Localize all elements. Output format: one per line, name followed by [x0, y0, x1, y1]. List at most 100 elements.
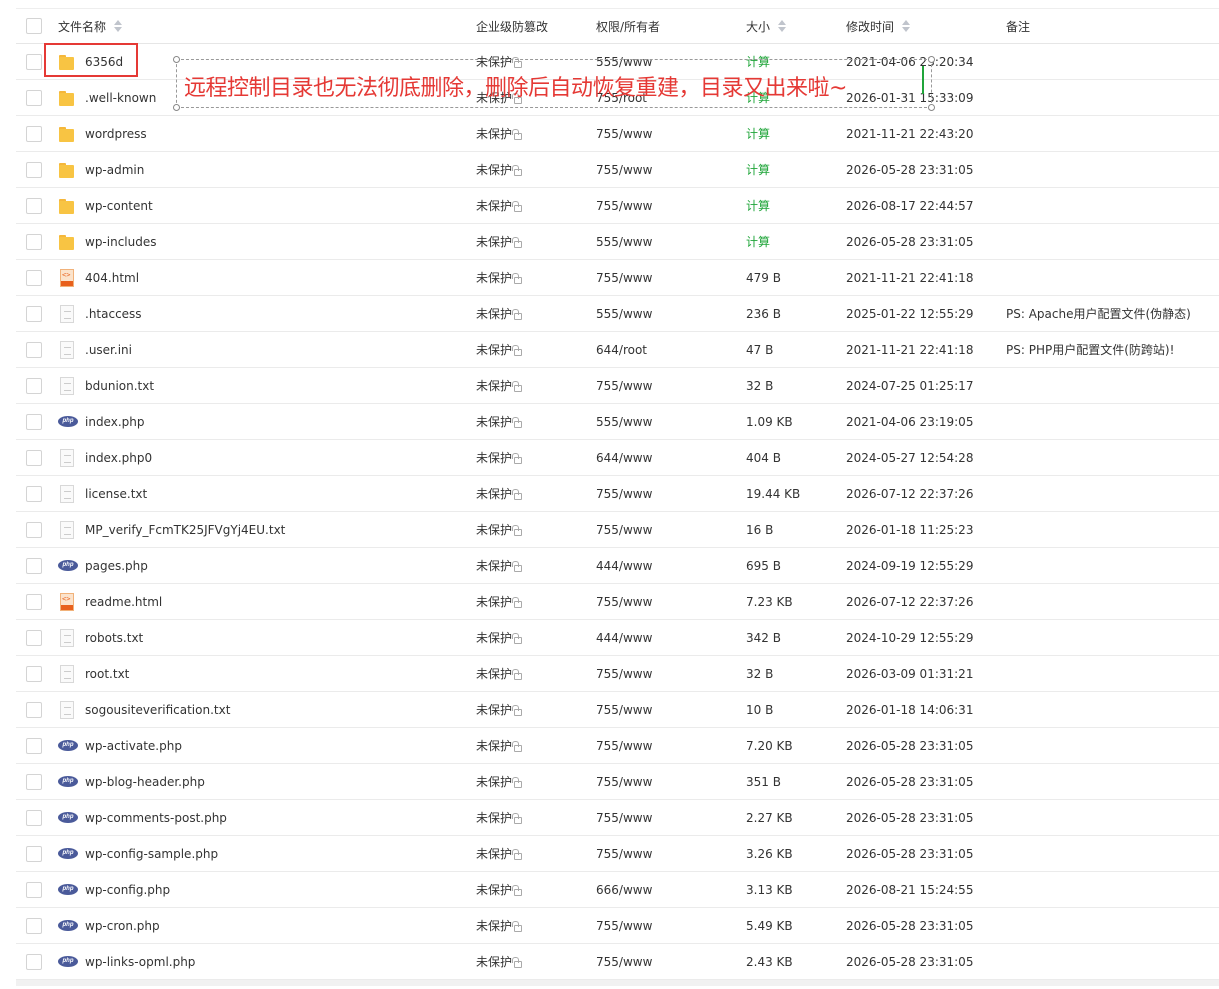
- table-row[interactable]: php wp-cron.php 未保护 755/www 5.49 KB 2026-05-2…: [16, 908, 1219, 944]
- permission[interactable]: 555/www: [596, 235, 652, 249]
- sort-icon[interactable]: [902, 20, 911, 32]
- horizontal-scrollbar[interactable]: [16, 980, 1219, 986]
- row-checkbox[interactable]: [26, 413, 42, 430]
- file-name[interactable]: index.php: [85, 415, 144, 429]
- file-name[interactable]: 404.html: [85, 271, 139, 285]
- protect-status[interactable]: 未保护: [476, 737, 512, 754]
- table-row[interactable]: MP_verify_FcmTK25JFVgYj4EU.txt 未保护 755/www…: [16, 512, 1219, 548]
- row-checkbox[interactable]: [26, 665, 42, 682]
- row-checkbox[interactable]: [26, 773, 42, 790]
- protect-status[interactable]: 未保护: [476, 593, 512, 610]
- file-name[interactable]: wp-comments-post.php: [85, 811, 227, 825]
- file-name[interactable]: readme.html: [85, 595, 162, 609]
- permission[interactable]: 755/www: [596, 487, 652, 501]
- permission[interactable]: 755/www: [596, 667, 652, 681]
- row-checkbox[interactable]: [26, 197, 42, 214]
- protect-status[interactable]: 未保护: [476, 413, 512, 430]
- resize-handle[interactable]: [928, 104, 935, 111]
- protect-status[interactable]: 未保护: [476, 521, 512, 538]
- calc-size-link[interactable]: 计算: [746, 233, 770, 250]
- permission[interactable]: 755/www: [596, 163, 652, 177]
- protect-status[interactable]: 未保护: [476, 341, 512, 358]
- file-note[interactable]: PS: PHP用户配置文件(防跨站)!: [1006, 341, 1174, 358]
- protect-status[interactable]: 未保护: [476, 125, 512, 142]
- sort-icon[interactable]: [114, 20, 123, 32]
- calc-size-link[interactable]: 计算: [746, 161, 770, 178]
- row-checkbox[interactable]: [26, 629, 42, 646]
- file-name[interactable]: .htaccess: [85, 307, 142, 321]
- file-name[interactable]: robots.txt: [85, 631, 143, 645]
- protect-status[interactable]: 未保护: [476, 377, 512, 394]
- table-row[interactable]: php wp-activate.php 未保护 755/www 7.20 KB 2026-…: [16, 728, 1219, 764]
- table-row[interactable]: root.txt 未保护 755/www 32 B 2026-03-09 01:31:2…: [16, 656, 1219, 692]
- permission[interactable]: 666/www: [596, 883, 652, 897]
- permission[interactable]: 755/www: [596, 739, 652, 753]
- file-name[interactable]: pages.php: [85, 559, 148, 573]
- table-row[interactable]: php wp-config.php 未保护 666/www 3.13 KB 2026-08…: [16, 872, 1219, 908]
- row-checkbox[interactable]: [26, 53, 42, 70]
- table-row[interactable]: robots.txt 未保护 444/www 342 B 2024-10-29 12:5…: [16, 620, 1219, 656]
- file-name[interactable]: wordpress: [85, 127, 147, 141]
- column-header-name[interactable]: 文件名称: [58, 9, 123, 43]
- permission[interactable]: 755/www: [596, 703, 652, 717]
- permission[interactable]: 444/www: [596, 559, 652, 573]
- row-checkbox[interactable]: [26, 737, 42, 754]
- select-all-checkbox[interactable]: [26, 18, 42, 34]
- file-name[interactable]: wp-blog-header.php: [85, 775, 205, 789]
- protect-status[interactable]: 未保护: [476, 665, 512, 682]
- resize-handle[interactable]: [173, 104, 180, 111]
- table-row[interactable]: wp-admin 未保护 755/www 计算 2026-05-28 23:31:05: [16, 152, 1219, 188]
- protect-status[interactable]: 未保护: [476, 161, 512, 178]
- table-row[interactable]: 404.html 未保护 755/www 479 B 2021-11-21 22:41:…: [16, 260, 1219, 296]
- permission[interactable]: 755/www: [596, 127, 652, 141]
- table-row[interactable]: php wp-links-opml.php 未保护 755/www 2.43 KB 202…: [16, 944, 1219, 980]
- file-name[interactable]: wp-config.php: [85, 883, 170, 897]
- row-checkbox[interactable]: [26, 557, 42, 574]
- file-name[interactable]: sogousiteverification.txt: [85, 703, 230, 717]
- permission[interactable]: 755/www: [596, 919, 652, 933]
- permission[interactable]: 755/www: [596, 811, 652, 825]
- table-row[interactable]: license.txt 未保护 755/www 19.44 KB 2026-07-12 …: [16, 476, 1219, 512]
- table-row[interactable]: wordpress 未保护 755/www 计算 2021-11-21 22:43:20: [16, 116, 1219, 152]
- permission[interactable]: 755/www: [596, 775, 652, 789]
- file-name[interactable]: wp-links-opml.php: [85, 955, 195, 969]
- row-checkbox[interactable]: [26, 161, 42, 178]
- table-row[interactable]: index.php0 未保护 644/www 404 B 2024-05-27 12:5…: [16, 440, 1219, 476]
- protect-status[interactable]: 未保护: [476, 629, 512, 646]
- row-checkbox[interactable]: [26, 233, 42, 250]
- permission[interactable]: 444/www: [596, 631, 652, 645]
- row-checkbox[interactable]: [26, 701, 42, 718]
- permission[interactable]: 755/www: [596, 271, 652, 285]
- protect-status[interactable]: 未保护: [476, 197, 512, 214]
- file-name[interactable]: wp-activate.php: [85, 739, 182, 753]
- file-name[interactable]: root.txt: [85, 667, 129, 681]
- row-checkbox[interactable]: [26, 125, 42, 142]
- row-checkbox[interactable]: [26, 377, 42, 394]
- protect-status[interactable]: 未保护: [476, 485, 512, 502]
- permission[interactable]: 555/www: [596, 415, 652, 429]
- file-name[interactable]: bdunion.txt: [85, 379, 154, 393]
- table-row[interactable]: php pages.php 未保护 444/www 695 B 2024-09-19 12…: [16, 548, 1219, 584]
- calc-size-link[interactable]: 计算: [746, 125, 770, 142]
- table-row[interactable]: .htaccess 未保护 555/www 236 B 2025-01-22 12:55…: [16, 296, 1219, 332]
- protect-status[interactable]: 未保护: [476, 845, 512, 862]
- annotation-text[interactable]: 远程控制目录也无法彻底删除，删除后自动恢复重建，目录又出来啦~: [184, 70, 847, 102]
- row-checkbox[interactable]: [26, 917, 42, 934]
- file-name[interactable]: wp-content: [85, 199, 153, 213]
- table-row[interactable]: .user.ini 未保护 644/root 47 B 2021-11-21 22:41…: [16, 332, 1219, 368]
- protect-status[interactable]: 未保护: [476, 773, 512, 790]
- file-name[interactable]: wp-includes: [85, 235, 157, 249]
- protect-status[interactable]: 未保护: [476, 917, 512, 934]
- permission[interactable]: 755/www: [596, 523, 652, 537]
- protect-status[interactable]: 未保护: [476, 701, 512, 718]
- row-checkbox[interactable]: [26, 953, 42, 970]
- table-row[interactable]: bdunion.txt 未保护 755/www 32 B 2024-07-25 01:2…: [16, 368, 1219, 404]
- row-checkbox[interactable]: [26, 269, 42, 286]
- file-name[interactable]: MP_verify_FcmTK25JFVgYj4EU.txt: [85, 523, 285, 537]
- table-row[interactable]: php wp-config-sample.php 未保护 755/www 3.26 KB…: [16, 836, 1219, 872]
- file-name[interactable]: wp-config-sample.php: [85, 847, 218, 861]
- permission[interactable]: 755/www: [596, 595, 652, 609]
- file-note[interactable]: PS: Apache用户配置文件(伪静态): [1006, 305, 1191, 322]
- permission[interactable]: 644/www: [596, 451, 652, 465]
- protect-status[interactable]: 未保护: [476, 557, 512, 574]
